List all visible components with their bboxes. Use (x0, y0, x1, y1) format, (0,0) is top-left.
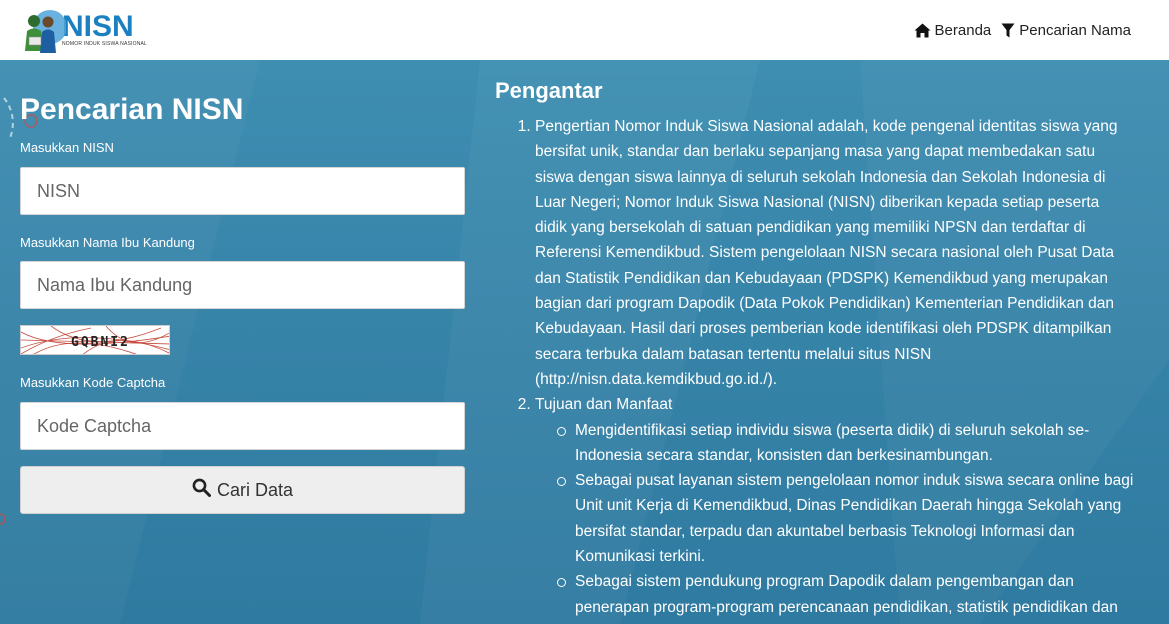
search-button[interactable]: Cari Data (20, 466, 465, 514)
nav-beranda-link[interactable]: Beranda (914, 21, 992, 39)
benefit-item-3: Sebagai sistem pendukung program Dapodik… (557, 569, 1135, 624)
captcha-label: Masukkan Kode Captcha (20, 375, 166, 390)
logo-title: NISN (62, 10, 134, 43)
nisn-logo[interactable]: NISN NOMOR INDUK SISWA NASIONAL (20, 0, 147, 60)
nisn-label: Masukkan NISN (20, 140, 114, 155)
intro-item-2-label: Tujuan dan Manfaat (535, 396, 673, 414)
captcha-input[interactable] (20, 402, 465, 450)
benefit-item-1: Mengidentifikasi setiap individu siswa (… (557, 418, 1135, 469)
mother-name-input[interactable] (20, 261, 465, 309)
top-nav: Beranda Pencarian Nama (914, 22, 1131, 39)
nisn-input[interactable] (20, 167, 465, 215)
benefits-list: Mengidentifikasi setiap individu siswa (… (535, 418, 1135, 624)
nav-pencarian-nama-link[interactable]: Pencarian Nama (1001, 22, 1131, 39)
captcha-image: GQBNI2 (20, 325, 170, 355)
navbar: NISN NOMOR INDUK SISWA NASIONAL Beranda … (0, 0, 1169, 60)
mother-name-label: Masukkan Nama Ibu Kandung (20, 235, 195, 250)
benefit-item-2: Sebagai pusat layanan sistem pengelolaan… (557, 468, 1135, 569)
search-button-label: Cari Data (216, 479, 294, 500)
main-content: Pencarian NISN Masukkan NISN Masukkan Na… (0, 60, 1169, 624)
intro-content: Pengertian Nomor Induk Siswa Nasional ad… (495, 114, 1135, 624)
home-icon (914, 23, 931, 38)
intro-item-1: Pengertian Nomor Induk Siswa Nasional ad… (535, 114, 1135, 392)
captcha-text: GQBNI2 (71, 335, 130, 350)
intro-list: Pengertian Nomor Induk Siswa Nasional ad… (495, 114, 1135, 624)
students-logo-icon (20, 7, 67, 53)
intro-title: Pengantar (495, 78, 603, 103)
nav-beranda-label: Beranda (934, 21, 992, 39)
filter-icon (1001, 23, 1015, 38)
search-icon (192, 478, 211, 502)
search-title: Pencarian NISN (20, 93, 244, 126)
nav-pencarian-nama-label: Pencarian Nama (1019, 21, 1131, 39)
logo-subtitle: NOMOR INDUK SISWA NASIONAL (62, 41, 148, 47)
intro-item-2: Tujuan dan Manfaat Mengidentifikasi seti… (535, 392, 1135, 624)
